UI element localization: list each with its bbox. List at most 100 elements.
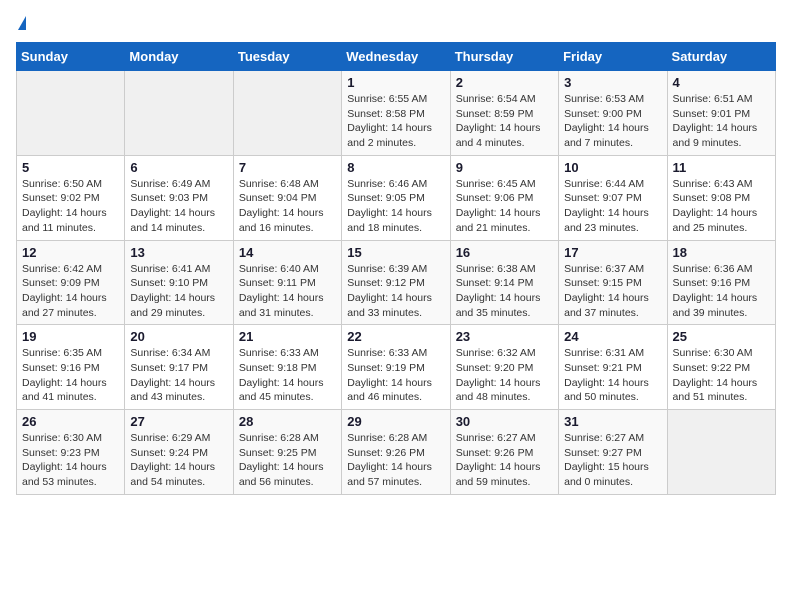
day-info: Sunrise: 6:34 AMSunset: 9:17 PMDaylight:… xyxy=(130,346,227,405)
calendar-cell: 14 Sunrise: 6:40 AMSunset: 9:11 PMDayligh… xyxy=(233,240,341,325)
calendar-cell: 23 Sunrise: 6:32 AMSunset: 9:20 PMDayligh… xyxy=(450,325,558,410)
day-info: Sunrise: 6:43 AMSunset: 9:08 PMDaylight:… xyxy=(673,177,770,236)
day-info: Sunrise: 6:28 AMSunset: 9:25 PMDaylight:… xyxy=(239,431,336,490)
calendar-cell: 11 Sunrise: 6:43 AMSunset: 9:08 PMDayligh… xyxy=(667,155,775,240)
calendar-cell xyxy=(17,71,125,156)
day-header-sunday: Sunday xyxy=(17,43,125,71)
calendar-cell: 15 Sunrise: 6:39 AMSunset: 9:12 PMDayligh… xyxy=(342,240,450,325)
calendar-cell: 28 Sunrise: 6:28 AMSunset: 9:25 PMDayligh… xyxy=(233,410,341,495)
calendar-cell: 17 Sunrise: 6:37 AMSunset: 9:15 PMDayligh… xyxy=(559,240,667,325)
day-number: 5 xyxy=(22,160,119,175)
day-number: 30 xyxy=(456,414,553,429)
day-info: Sunrise: 6:35 AMSunset: 9:16 PMDaylight:… xyxy=(22,346,119,405)
day-number: 23 xyxy=(456,329,553,344)
calendar-cell: 27 Sunrise: 6:29 AMSunset: 9:24 PMDayligh… xyxy=(125,410,233,495)
calendar-cell: 10 Sunrise: 6:44 AMSunset: 9:07 PMDayligh… xyxy=(559,155,667,240)
day-header-thursday: Thursday xyxy=(450,43,558,71)
day-number: 12 xyxy=(22,245,119,260)
calendar-header-row: SundayMondayTuesdayWednesdayThursdayFrid… xyxy=(17,43,776,71)
day-number: 1 xyxy=(347,75,444,90)
day-number: 21 xyxy=(239,329,336,344)
day-number: 11 xyxy=(673,160,770,175)
calendar-cell: 24 Sunrise: 6:31 AMSunset: 9:21 PMDayligh… xyxy=(559,325,667,410)
day-info: Sunrise: 6:38 AMSunset: 9:14 PMDaylight:… xyxy=(456,262,553,321)
day-info: Sunrise: 6:41 AMSunset: 9:10 PMDaylight:… xyxy=(130,262,227,321)
day-info: Sunrise: 6:39 AMSunset: 9:12 PMDaylight:… xyxy=(347,262,444,321)
day-number: 10 xyxy=(564,160,661,175)
page-header xyxy=(16,16,776,30)
calendar-cell: 29Sunrise: 6:28 AMSunset: 9:26 PMDayligh… xyxy=(342,410,450,495)
calendar-cell: 30 Sunrise: 6:27 AMSunset: 9:26 PMDayligh… xyxy=(450,410,558,495)
calendar-cell: 6 Sunrise: 6:49 AMSunset: 9:03 PMDaylight… xyxy=(125,155,233,240)
day-info: Sunrise: 6:27 AMSunset: 9:27 PMDaylight:… xyxy=(564,431,661,490)
calendar-cell: 2 Sunrise: 6:54 AMSunset: 8:59 PMDaylight… xyxy=(450,71,558,156)
calendar-cell xyxy=(667,410,775,495)
calendar-week-4: 19 Sunrise: 6:35 AMSunset: 9:16 PMDayligh… xyxy=(17,325,776,410)
calendar-cell: 26Sunrise: 6:30 AMSunset: 9:23 PMDayligh… xyxy=(17,410,125,495)
day-info: Sunrise: 6:45 AMSunset: 9:06 PMDaylight:… xyxy=(456,177,553,236)
calendar-cell: 25Sunrise: 6:30 AMSunset: 9:22 PMDayligh… xyxy=(667,325,775,410)
calendar-cell: 9 Sunrise: 6:45 AMSunset: 9:06 PMDaylight… xyxy=(450,155,558,240)
day-info: Sunrise: 6:33 AMSunset: 9:19 PMDaylight:… xyxy=(347,346,444,405)
day-info: Sunrise: 6:29 AMSunset: 9:24 PMDaylight:… xyxy=(130,431,227,490)
logo xyxy=(16,16,26,30)
calendar-cell: 12 Sunrise: 6:42 AMSunset: 9:09 PMDayligh… xyxy=(17,240,125,325)
day-info: Sunrise: 6:51 AMSunset: 9:01 PMDaylight:… xyxy=(673,92,770,151)
calendar-cell xyxy=(125,71,233,156)
calendar-cell: 20 Sunrise: 6:34 AMSunset: 9:17 PMDayligh… xyxy=(125,325,233,410)
day-number: 14 xyxy=(239,245,336,260)
day-number: 9 xyxy=(456,160,553,175)
day-info: Sunrise: 6:48 AMSunset: 9:04 PMDaylight:… xyxy=(239,177,336,236)
day-info: Sunrise: 6:50 AMSunset: 9:02 PMDaylight:… xyxy=(22,177,119,236)
day-header-wednesday: Wednesday xyxy=(342,43,450,71)
day-info: Sunrise: 6:32 AMSunset: 9:20 PMDaylight:… xyxy=(456,346,553,405)
day-info: Sunrise: 6:54 AMSunset: 8:59 PMDaylight:… xyxy=(456,92,553,151)
day-number: 22 xyxy=(347,329,444,344)
day-info: Sunrise: 6:27 AMSunset: 9:26 PMDaylight:… xyxy=(456,431,553,490)
day-info: Sunrise: 6:36 AMSunset: 9:16 PMDaylight:… xyxy=(673,262,770,321)
calendar-week-3: 12 Sunrise: 6:42 AMSunset: 9:09 PMDayligh… xyxy=(17,240,776,325)
calendar-cell: 13 Sunrise: 6:41 AMSunset: 9:10 PMDayligh… xyxy=(125,240,233,325)
day-number: 3 xyxy=(564,75,661,90)
day-number: 27 xyxy=(130,414,227,429)
day-number: 6 xyxy=(130,160,227,175)
calendar-week-2: 5 Sunrise: 6:50 AMSunset: 9:02 PMDaylight… xyxy=(17,155,776,240)
day-number: 13 xyxy=(130,245,227,260)
day-info: Sunrise: 6:31 AMSunset: 9:21 PMDaylight:… xyxy=(564,346,661,405)
day-info: Sunrise: 6:49 AMSunset: 9:03 PMDaylight:… xyxy=(130,177,227,236)
day-number: 15 xyxy=(347,245,444,260)
day-number: 8 xyxy=(347,160,444,175)
day-number: 2 xyxy=(456,75,553,90)
day-info: Sunrise: 6:30 AMSunset: 9:23 PMDaylight:… xyxy=(22,431,119,490)
day-number: 20 xyxy=(130,329,227,344)
day-info: Sunrise: 6:42 AMSunset: 9:09 PMDaylight:… xyxy=(22,262,119,321)
day-number: 16 xyxy=(456,245,553,260)
calendar-cell: 18 Sunrise: 6:36 AMSunset: 9:16 PMDayligh… xyxy=(667,240,775,325)
calendar-cell: 7Sunrise: 6:48 AMSunset: 9:04 PMDaylight… xyxy=(233,155,341,240)
day-header-monday: Monday xyxy=(125,43,233,71)
day-number: 18 xyxy=(673,245,770,260)
calendar-cell: 21 Sunrise: 6:33 AMSunset: 9:18 PMDayligh… xyxy=(233,325,341,410)
calendar-cell xyxy=(233,71,341,156)
day-info: Sunrise: 6:55 AMSunset: 8:58 PMDaylight:… xyxy=(347,92,444,151)
day-info: Sunrise: 6:53 AMSunset: 9:00 PMDaylight:… xyxy=(564,92,661,151)
day-info: Sunrise: 6:28 AMSunset: 9:26 PMDaylight:… xyxy=(347,431,444,490)
day-info: Sunrise: 6:44 AMSunset: 9:07 PMDaylight:… xyxy=(564,177,661,236)
day-number: 4 xyxy=(673,75,770,90)
calendar-cell: 31Sunrise: 6:27 AMSunset: 9:27 PMDayligh… xyxy=(559,410,667,495)
day-info: Sunrise: 6:37 AMSunset: 9:15 PMDaylight:… xyxy=(564,262,661,321)
day-number: 28 xyxy=(239,414,336,429)
day-number: 24 xyxy=(564,329,661,344)
calendar-cell: 19 Sunrise: 6:35 AMSunset: 9:16 PMDayligh… xyxy=(17,325,125,410)
calendar-cell: 3 Sunrise: 6:53 AMSunset: 9:00 PMDaylight… xyxy=(559,71,667,156)
calendar-week-5: 26Sunrise: 6:30 AMSunset: 9:23 PMDayligh… xyxy=(17,410,776,495)
day-info: Sunrise: 6:40 AMSunset: 9:11 PMDaylight:… xyxy=(239,262,336,321)
day-info: Sunrise: 6:33 AMSunset: 9:18 PMDaylight:… xyxy=(239,346,336,405)
calendar-cell: 4 Sunrise: 6:51 AMSunset: 9:01 PMDaylight… xyxy=(667,71,775,156)
calendar-week-1: 1 Sunrise: 6:55 AMSunset: 8:58 PMDaylight… xyxy=(17,71,776,156)
day-number: 17 xyxy=(564,245,661,260)
day-header-saturday: Saturday xyxy=(667,43,775,71)
calendar-cell: 16 Sunrise: 6:38 AMSunset: 9:14 PMDayligh… xyxy=(450,240,558,325)
day-number: 19 xyxy=(22,329,119,344)
calendar-cell: 5 Sunrise: 6:50 AMSunset: 9:02 PMDaylight… xyxy=(17,155,125,240)
